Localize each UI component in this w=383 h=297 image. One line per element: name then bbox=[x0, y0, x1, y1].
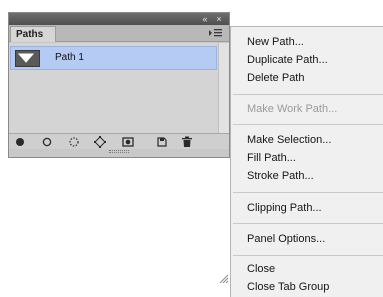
menu-separator bbox=[233, 223, 383, 224]
fill-path-icon[interactable] bbox=[14, 135, 28, 149]
panel-menu-icon bbox=[209, 29, 222, 37]
stroke-path-icon[interactable] bbox=[40, 135, 54, 149]
menu-item-clipping-path[interactable]: Clipping Path... bbox=[247, 201, 322, 215]
menu-item-stroke-path[interactable]: Stroke Path... bbox=[247, 169, 314, 183]
menu-separator bbox=[233, 255, 383, 256]
menu-item-make-work-path: Make Work Path... bbox=[247, 103, 338, 115]
menu-item-delete-path[interactable]: Delete Path bbox=[247, 71, 304, 85]
path-row-path-1[interactable]: Path 1 bbox=[10, 46, 217, 70]
panel-tab-row: Paths bbox=[9, 25, 229, 42]
paths-panel: « × Paths Path 1 bbox=[8, 12, 230, 284]
panel-bottom-toolbar bbox=[9, 133, 229, 284]
new-path-icon[interactable] bbox=[155, 135, 169, 149]
menu-item-duplicate-path[interactable]: Duplicate Path... bbox=[247, 53, 328, 67]
menu-separator bbox=[233, 192, 383, 193]
paths-list: Path 1 bbox=[9, 43, 218, 133]
menu-separator bbox=[233, 124, 383, 125]
panel-menu-button[interactable] bbox=[208, 27, 224, 39]
close-panel-button[interactable]: × bbox=[213, 13, 225, 25]
add-mask-icon[interactable] bbox=[121, 135, 135, 149]
menu-item-fill-path[interactable]: Fill Path... bbox=[247, 151, 296, 165]
menu-item-make-selection[interactable]: Make Selection... bbox=[247, 133, 331, 147]
paths-scrollbar[interactable] bbox=[218, 43, 229, 133]
menu-item-new-path[interactable]: New Path... bbox=[247, 35, 304, 49]
panel-titlebar[interactable]: « × bbox=[9, 13, 229, 25]
delete-path-icon[interactable] bbox=[180, 135, 194, 149]
paths-panel-menu: New Path... Duplicate Path... Delete Pat… bbox=[230, 26, 383, 297]
menu-item-close-tab-group[interactable]: Close Tab Group bbox=[247, 280, 329, 294]
load-selection-icon[interactable] bbox=[67, 135, 81, 149]
path-thumbnail bbox=[15, 50, 40, 67]
make-work-path-icon[interactable] bbox=[93, 135, 107, 149]
menu-item-close[interactable]: Close bbox=[247, 262, 275, 276]
tab-paths[interactable]: Paths bbox=[10, 26, 56, 42]
path-name: Path 1 bbox=[55, 52, 84, 63]
menu-item-panel-options[interactable]: Panel Options... bbox=[247, 232, 325, 246]
collapse-panel-button[interactable]: « bbox=[199, 13, 211, 25]
resize-grip-icon[interactable] bbox=[219, 270, 229, 284]
menu-separator bbox=[233, 94, 383, 95]
panel-drag-grip[interactable] bbox=[109, 150, 129, 153]
